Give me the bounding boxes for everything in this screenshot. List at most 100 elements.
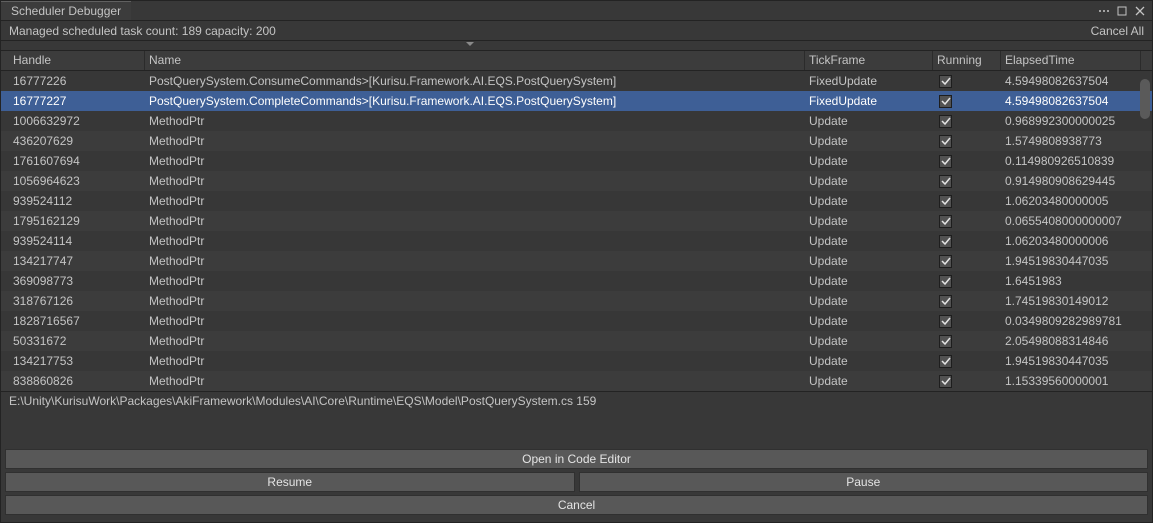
cell-handle: 1795162129 (9, 214, 145, 228)
running-checkbox[interactable] (939, 155, 952, 168)
header-handle[interactable]: Handle (9, 51, 145, 70)
cell-name: MethodPtr (145, 294, 805, 308)
table-row[interactable]: 1006632972MethodPtrUpdate0.9689923000000… (1, 111, 1152, 131)
cell-tickframe: Update (805, 294, 933, 308)
header-tickframe[interactable]: TickFrame (805, 51, 933, 70)
cell-handle: 16777227 (9, 94, 145, 108)
cell-tickframe: Update (805, 234, 933, 248)
running-checkbox[interactable] (939, 195, 952, 208)
popout-icon[interactable] (1116, 5, 1128, 17)
window-tab[interactable]: Scheduler Debugger (1, 1, 131, 20)
table-row[interactable]: 1795162129MethodPtrUpdate0.0655408000000… (1, 211, 1152, 231)
table-row[interactable]: 939524112MethodPtrUpdate1.06203480000005 (1, 191, 1152, 211)
table-row[interactable]: 134217747MethodPtrUpdate1.94519830447035 (1, 251, 1152, 271)
cell-elapsed: 0.0655408000000007 (1001, 214, 1141, 228)
cell-elapsed: 1.94519830447035 (1001, 254, 1141, 268)
running-checkbox[interactable] (939, 255, 952, 268)
running-checkbox[interactable] (939, 335, 952, 348)
cell-elapsed: 1.6451983 (1001, 274, 1141, 288)
cell-name: MethodPtr (145, 274, 805, 288)
button-panel: Open in Code Editor Resume Pause Cancel (1, 445, 1152, 522)
cell-handle: 838860826 (9, 374, 145, 388)
cell-elapsed: 1.94519830447035 (1001, 354, 1141, 368)
table-row[interactable]: 1761607694MethodPtrUpdate0.1149809265108… (1, 151, 1152, 171)
table-row[interactable]: 16777227PostQuerySystem.CompleteCommands… (1, 91, 1152, 111)
running-checkbox[interactable] (939, 115, 952, 128)
table-row[interactable]: 1056964623MethodPtrUpdate0.9149809086294… (1, 171, 1152, 191)
menu-icon[interactable] (1098, 5, 1110, 17)
running-checkbox[interactable] (939, 175, 952, 188)
scheduler-debugger-window: Scheduler Debugger Managed scheduled tas… (0, 0, 1153, 523)
scrollbar-thumb[interactable] (1140, 79, 1150, 119)
running-checkbox[interactable] (939, 295, 952, 308)
cell-handle: 436207629 (9, 134, 145, 148)
cell-elapsed: 1.5749808938773 (1001, 134, 1141, 148)
cell-handle: 134217753 (9, 354, 145, 368)
cancel-all-button[interactable]: Cancel All (1091, 24, 1144, 38)
cell-running (933, 315, 1001, 328)
cell-elapsed: 4.59498082637504 (1001, 94, 1141, 108)
sort-descending-icon (466, 42, 474, 46)
cell-running (933, 375, 1001, 388)
table-row[interactable]: 369098773MethodPtrUpdate1.6451983 (1, 271, 1152, 291)
titlebar-controls (1092, 5, 1152, 17)
close-icon[interactable] (1134, 5, 1146, 17)
table-row[interactable]: 16777226PostQuerySystem.ConsumeCommands>… (1, 71, 1152, 91)
table-row[interactable]: 1828716567MethodPtrUpdate0.0349809282989… (1, 311, 1152, 331)
cell-tickframe: Update (805, 154, 933, 168)
cell-name: MethodPtr (145, 174, 805, 188)
table-row[interactable]: 318767126MethodPtrUpdate1.74519830149012 (1, 291, 1152, 311)
running-checkbox[interactable] (939, 315, 952, 328)
cell-tickframe: Update (805, 314, 933, 328)
cell-handle: 1056964623 (9, 174, 145, 188)
cell-handle: 16777226 (9, 74, 145, 88)
running-checkbox[interactable] (939, 235, 952, 248)
running-checkbox[interactable] (939, 275, 952, 288)
cell-running (933, 95, 1001, 108)
cell-name: MethodPtr (145, 374, 805, 388)
cell-name: MethodPtr (145, 234, 805, 248)
cell-running (933, 75, 1001, 88)
file-path-label: E:\Unity\KurisuWork\Packages\AkiFramewor… (1, 391, 1152, 411)
sort-indicator-bar (1, 41, 1152, 51)
cell-tickframe: Update (805, 174, 933, 188)
header-running[interactable]: Running (933, 51, 1001, 70)
cell-tickframe: Update (805, 114, 933, 128)
cell-running (933, 215, 1001, 228)
running-checkbox[interactable] (939, 95, 952, 108)
cell-running (933, 355, 1001, 368)
cell-elapsed: 0.968992300000025 (1001, 114, 1141, 128)
resume-button[interactable]: Resume (5, 472, 575, 492)
cell-handle: 939524114 (9, 234, 145, 248)
cell-running (933, 235, 1001, 248)
table-row[interactable]: 436207629MethodPtrUpdate1.5749808938773 (1, 131, 1152, 151)
cell-name: MethodPtr (145, 314, 805, 328)
cancel-button[interactable]: Cancel (5, 495, 1148, 515)
vertical-scrollbar[interactable] (1140, 71, 1150, 391)
cell-name: PostQuerySystem.ConsumeCommands>[Kurisu.… (145, 74, 805, 88)
cell-running (933, 275, 1001, 288)
cell-tickframe: Update (805, 194, 933, 208)
header-elapsedtime[interactable]: ElapsedTime (1001, 51, 1141, 70)
cell-elapsed: 1.06203480000005 (1001, 194, 1141, 208)
running-checkbox[interactable] (939, 215, 952, 228)
running-checkbox[interactable] (939, 135, 952, 148)
cell-name: MethodPtr (145, 354, 805, 368)
cell-tickframe: FixedUpdate (805, 74, 933, 88)
cell-elapsed: 0.114980926510839 (1001, 154, 1141, 168)
running-checkbox[interactable] (939, 355, 952, 368)
cell-name: MethodPtr (145, 114, 805, 128)
cell-handle: 939524112 (9, 194, 145, 208)
pause-button[interactable]: Pause (579, 472, 1149, 492)
table-row[interactable]: 838860826MethodPtrUpdate1.15339560000001 (1, 371, 1152, 391)
table-row[interactable]: 134217753MethodPtrUpdate1.94519830447035 (1, 351, 1152, 371)
task-count-label: Managed scheduled task count: 189 capaci… (9, 24, 1091, 38)
running-checkbox[interactable] (939, 75, 952, 88)
table-row[interactable]: 939524114MethodPtrUpdate1.06203480000006 (1, 231, 1152, 251)
cell-name: MethodPtr (145, 154, 805, 168)
open-in-code-editor-button[interactable]: Open in Code Editor (5, 449, 1148, 469)
cell-tickframe: Update (805, 214, 933, 228)
table-row[interactable]: 50331672MethodPtrUpdate2.05498088314846 (1, 331, 1152, 351)
running-checkbox[interactable] (939, 375, 952, 388)
header-name[interactable]: Name (145, 51, 805, 70)
